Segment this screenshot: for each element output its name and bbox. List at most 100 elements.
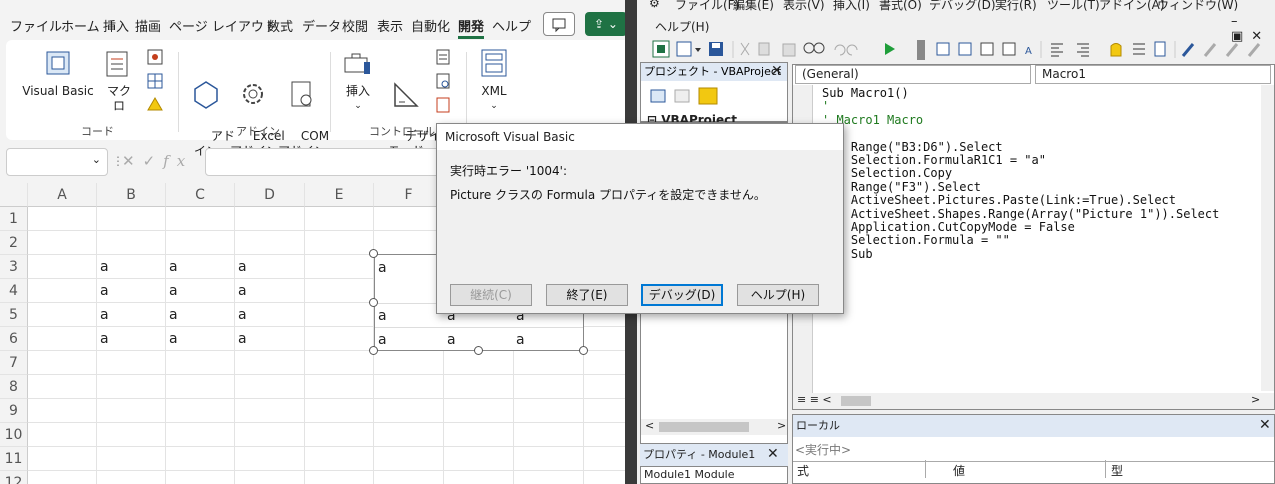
vbe-menu-format[interactable]: 書式(O) (879, 0, 922, 13)
scrollbar-thumb[interactable] (841, 396, 871, 406)
help-button[interactable]: ヘルプ(H) (737, 284, 819, 306)
debug-button[interactable]: デバッグ(D) (641, 284, 723, 306)
row-header[interactable]: 2 (0, 231, 28, 255)
end-button[interactable]: 終了(E) (546, 284, 628, 306)
fx-icon[interactable]: fx (163, 152, 193, 170)
procedure-view-icon[interactable]: ≡ ≡ < (797, 393, 832, 406)
column-header[interactable]: C (166, 183, 235, 207)
cell-C4[interactable]: a (169, 283, 178, 299)
visual-basic-icon (46, 51, 70, 75)
comments-button[interactable] (543, 12, 575, 36)
object-combo[interactable]: (General) (795, 65, 1031, 84)
vbe-menu-edit[interactable]: 編集(E) (733, 0, 774, 13)
code-editor[interactable]: Sub Macro1()'' Macro1 Macro' Range("B3:D… (822, 86, 1219, 261)
scroll-right-icon[interactable]: > (777, 419, 786, 432)
tab-data[interactable]: データ (302, 16, 341, 35)
tab-review[interactable]: 校閲 (342, 16, 368, 35)
cell-D6[interactable]: a (238, 331, 247, 347)
column-header[interactable]: F (374, 183, 444, 207)
row-header[interactable]: 11 (0, 447, 28, 471)
cell-C5[interactable]: a (169, 307, 178, 323)
locals-col-type[interactable]: 型 (1111, 462, 1123, 479)
row-header[interactable]: 1 (0, 207, 28, 231)
cancel-icon[interactable]: ✕ (122, 152, 143, 170)
row-header[interactable]: 4 (0, 279, 28, 303)
resize-handle[interactable] (369, 346, 378, 355)
column-header[interactable]: B (97, 183, 166, 207)
insert-control-button[interactable]: 挿入 ⌄ (340, 48, 376, 114)
vbe-menu-insert[interactable]: 挿入(I) (833, 0, 870, 13)
toolbar-icons[interactable]: A (637, 38, 1275, 62)
toolbox-icon (344, 53, 370, 74)
vbe-menu-addins[interactable]: アドイン(A) (1099, 0, 1165, 13)
cell-D5[interactable]: a (238, 307, 247, 323)
vbe-menu-tools[interactable]: ツール(T) (1047, 0, 1100, 13)
tab-help[interactable]: ヘルプ (492, 16, 531, 35)
tab-view[interactable]: 表示 (377, 16, 403, 35)
row-header[interactable]: 6 (0, 327, 28, 351)
continue-button[interactable]: 継続(C) (450, 284, 532, 306)
close-icon[interactable]: ✕ (1259, 417, 1271, 433)
properties-object-combo[interactable]: Module1 Module (640, 466, 788, 484)
horizontal-scrollbar[interactable]: ≡ ≡ < > (793, 393, 1274, 409)
vbe-menu-window[interactable]: ウィンドウ(W) (1157, 0, 1238, 13)
row-header[interactable]: 12 (0, 471, 28, 484)
cell-C3[interactable]: a (169, 259, 178, 275)
vbe-menu-file[interactable]: ファイル(F) (675, 0, 739, 13)
row-header[interactable]: 10 (0, 423, 28, 447)
group-code-label: コード (81, 125, 114, 138)
name-box[interactable]: ⌄ (6, 148, 108, 176)
resize-handle[interactable] (474, 346, 483, 355)
close-icon[interactable]: ✕ (771, 63, 783, 79)
cell-B5[interactable]: a (100, 307, 109, 323)
column-header[interactable]: D (235, 183, 305, 207)
cell-B4[interactable]: a (100, 283, 109, 299)
comment-icon (552, 18, 566, 33)
tab-insert[interactable]: 挿入 (103, 16, 129, 35)
enter-icon[interactable]: ✓ (143, 152, 164, 170)
tab-draw[interactable]: 描画 (135, 16, 161, 35)
resize-handle[interactable] (369, 249, 378, 258)
share-button[interactable]: ⇪ ⌄ (585, 12, 627, 36)
select-all-corner[interactable] (0, 183, 28, 207)
record-macro-icon[interactable] (146, 48, 164, 114)
xml-source-button[interactable]: XML ⌄ (474, 46, 514, 114)
column-header[interactable]: A (28, 183, 97, 207)
horizontal-scrollbar[interactable]: < > (641, 419, 787, 435)
visual-basic-button[interactable]: Visual Basic (20, 48, 96, 99)
properties-icon[interactable] (434, 48, 452, 114)
row-header[interactable]: 5 (0, 303, 28, 327)
resize-handle[interactable] (369, 298, 378, 307)
tab-home[interactable]: ホーム (61, 16, 100, 35)
cell-C6[interactable]: a (169, 331, 178, 347)
cell-D3[interactable]: a (238, 259, 247, 275)
vbe-menu-view[interactable]: 表示(V) (783, 0, 825, 13)
row-header[interactable]: 7 (0, 351, 28, 375)
scroll-left-icon[interactable]: < (645, 419, 654, 432)
vbe-menu-run[interactable]: 実行(R) (995, 0, 1037, 13)
scrollbar-thumb[interactable] (659, 422, 749, 432)
locals-col-expression[interactable]: 式 (797, 462, 809, 479)
scroll-right-icon[interactable]: > (1251, 393, 1260, 406)
row-header[interactable]: 8 (0, 375, 28, 399)
view-code-icon[interactable] (649, 87, 729, 107)
locals-col-value[interactable]: 値 (953, 462, 965, 479)
cell-B3[interactable]: a (100, 259, 109, 275)
tab-page-layout[interactable]: ページ レイアウト (169, 16, 277, 35)
vbe-menu-help[interactable]: ヘルプ(H) (655, 18, 709, 35)
tab-automate[interactable]: 自動化 (411, 16, 450, 35)
vertical-scrollbar[interactable] (1261, 85, 1274, 391)
procedure-combo[interactable]: Macro1 (1035, 65, 1271, 84)
column-header[interactable]: E (305, 183, 374, 207)
vbe-menu-debug[interactable]: デバッグ(D) (929, 0, 996, 13)
resize-handle[interactable] (579, 346, 588, 355)
tab-developer[interactable]: 開発 (458, 16, 485, 39)
macro-button[interactable]: マクロ (102, 48, 136, 114)
row-header[interactable]: 3 (0, 255, 28, 279)
cell-B6[interactable]: a (100, 331, 109, 347)
close-icon[interactable]: ✕ (767, 446, 779, 462)
tab-formulas[interactable]: 数式 (267, 16, 293, 35)
row-header[interactable]: 9 (0, 399, 28, 423)
tab-file[interactable]: ファイル (10, 16, 62, 35)
cell-D4[interactable]: a (238, 283, 247, 299)
